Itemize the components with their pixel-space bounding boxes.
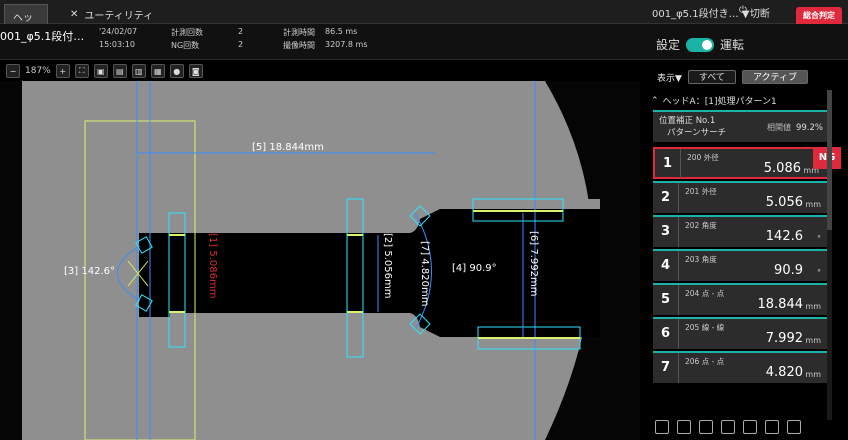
- annotation-1: [1] 5.086mm: [207, 233, 218, 298]
- date: '24/02/07: [99, 27, 138, 36]
- tab-utility-label: ユーティリティ: [84, 10, 154, 22]
- annotation-5: [5] 18.844mm: [252, 142, 324, 153]
- program-name: 001_φ5.1段付…: [0, 30, 85, 43]
- overlay-icon[interactable]: ▥: [131, 64, 146, 78]
- time-icon[interactable]: [699, 420, 713, 434]
- tools-icon: ✕: [70, 8, 79, 20]
- refresh-icon[interactable]: [721, 420, 735, 434]
- image-icon[interactable]: [655, 420, 669, 434]
- count-label: 計測回数: [171, 28, 203, 37]
- mode-toggle[interactable]: [686, 37, 715, 52]
- annotation-6: [6] 7.992mm: [528, 231, 539, 296]
- result-row-1[interactable]: 1 200 外径 5.086 mm NG: [653, 147, 841, 179]
- capture-time-label: 撮像時間: [283, 41, 315, 50]
- zoom-in-icon[interactable]: +: [55, 64, 70, 78]
- fit-icon[interactable]: ⛶: [74, 64, 89, 78]
- ng-count-label: NG回数: [171, 41, 200, 50]
- inspection-image: [5] 18.844mm [1] 5.086mm [2] 5.056mm [7]…: [0, 81, 640, 440]
- zoom-out-icon[interactable]: −: [6, 64, 20, 78]
- display-filter[interactable]: 表示▼: [657, 71, 682, 84]
- meas-time-label: 計測時間: [283, 28, 315, 37]
- image-viewer[interactable]: [5] 18.844mm [1] 5.086mm [2] 5.056mm [7]…: [0, 81, 640, 440]
- result-row-3[interactable]: 3 202 角度 142.6 °: [653, 215, 829, 247]
- display-mode-icon[interactable]: ▤: [112, 64, 127, 78]
- counter-icon[interactable]: [743, 420, 757, 434]
- position-correction-item[interactable]: 位置補正 No.1 パターンサーチ 相関値 99.2%: [653, 110, 829, 142]
- viewer-toolbar: − 187% + ⛶ ▣ ▤ ▥ ▦ ● ◙: [0, 62, 640, 80]
- result-row-6[interactable]: 6 205 線 - 線 7.992 mm: [653, 317, 829, 349]
- result-panel: 表示▼ すべて アクティブ ⌃ ヘッドA：[1]処理パターン1 位置補正 No.…: [645, 62, 848, 440]
- disconnect-button[interactable]: ⏻ 切断: [739, 5, 770, 20]
- bar-chart-icon[interactable]: [677, 420, 691, 434]
- scroll-thumb[interactable]: [827, 90, 832, 230]
- annotation-4: [4] 90.9°: [452, 263, 497, 274]
- color-icon[interactable]: ▦: [150, 64, 165, 78]
- filter-bar: 表示▼ すべて アクティブ: [657, 70, 808, 84]
- camera-icon[interactable]: ◙: [188, 64, 203, 78]
- head-title[interactable]: ⌃ ヘッドA：[1]処理パターン1: [651, 94, 777, 108]
- program-select[interactable]: 001_φ5.1段付き… ▼: [652, 5, 749, 20]
- meas-time-value: 86.5 ms: [325, 27, 358, 36]
- top-bar: ヘッドA ✕ ユーティリティ 001_φ5.1段付き… ▼ ⏻ 切断: [0, 0, 848, 39]
- result-row-5[interactable]: 5 204 点 - 点 18.844 mm: [653, 283, 829, 315]
- annotation-3: [3] 142.6°: [64, 266, 115, 277]
- ng-count-value: 2: [238, 40, 244, 49]
- bottom-toolbar: [655, 420, 801, 434]
- power-icon: ⏻: [739, 5, 747, 16]
- mode-switch[interactable]: 設定 運転: [656, 36, 744, 53]
- run-icon[interactable]: [787, 420, 801, 434]
- filter-active-button[interactable]: アクティブ: [741, 70, 808, 84]
- tab-utility[interactable]: ✕ ユーティリティ: [62, 4, 161, 24]
- tab-head-a[interactable]: ヘッドA: [4, 4, 48, 39]
- collapse-icon: ⌃: [651, 95, 659, 106]
- result-scrollbar[interactable]: [827, 90, 832, 420]
- result-row-7[interactable]: 7 206 点 - 点 4.820 mm: [653, 351, 829, 383]
- mode-run-label: 運転: [720, 38, 745, 52]
- result-row-2[interactable]: 2 201 外径 5.056 mm: [653, 181, 829, 213]
- mode-setting-label: 設定: [656, 38, 681, 52]
- annotation-7: [7] 4.820mm: [419, 241, 430, 306]
- marker-icon[interactable]: ●: [169, 64, 184, 78]
- time: 15:03:10: [99, 40, 135, 49]
- count-value: 2: [238, 27, 244, 36]
- grid-icon[interactable]: [765, 420, 779, 434]
- annotation-2: [2] 5.056mm: [382, 233, 393, 298]
- zoom-level: 187%: [25, 66, 51, 76]
- result-row-4[interactable]: 4 203 角度 90.9 °: [653, 249, 829, 281]
- capture-time-value: 3207.8 ms: [325, 40, 368, 49]
- select-tool-icon[interactable]: ▣: [93, 64, 108, 78]
- filter-all-button[interactable]: すべて: [687, 70, 736, 84]
